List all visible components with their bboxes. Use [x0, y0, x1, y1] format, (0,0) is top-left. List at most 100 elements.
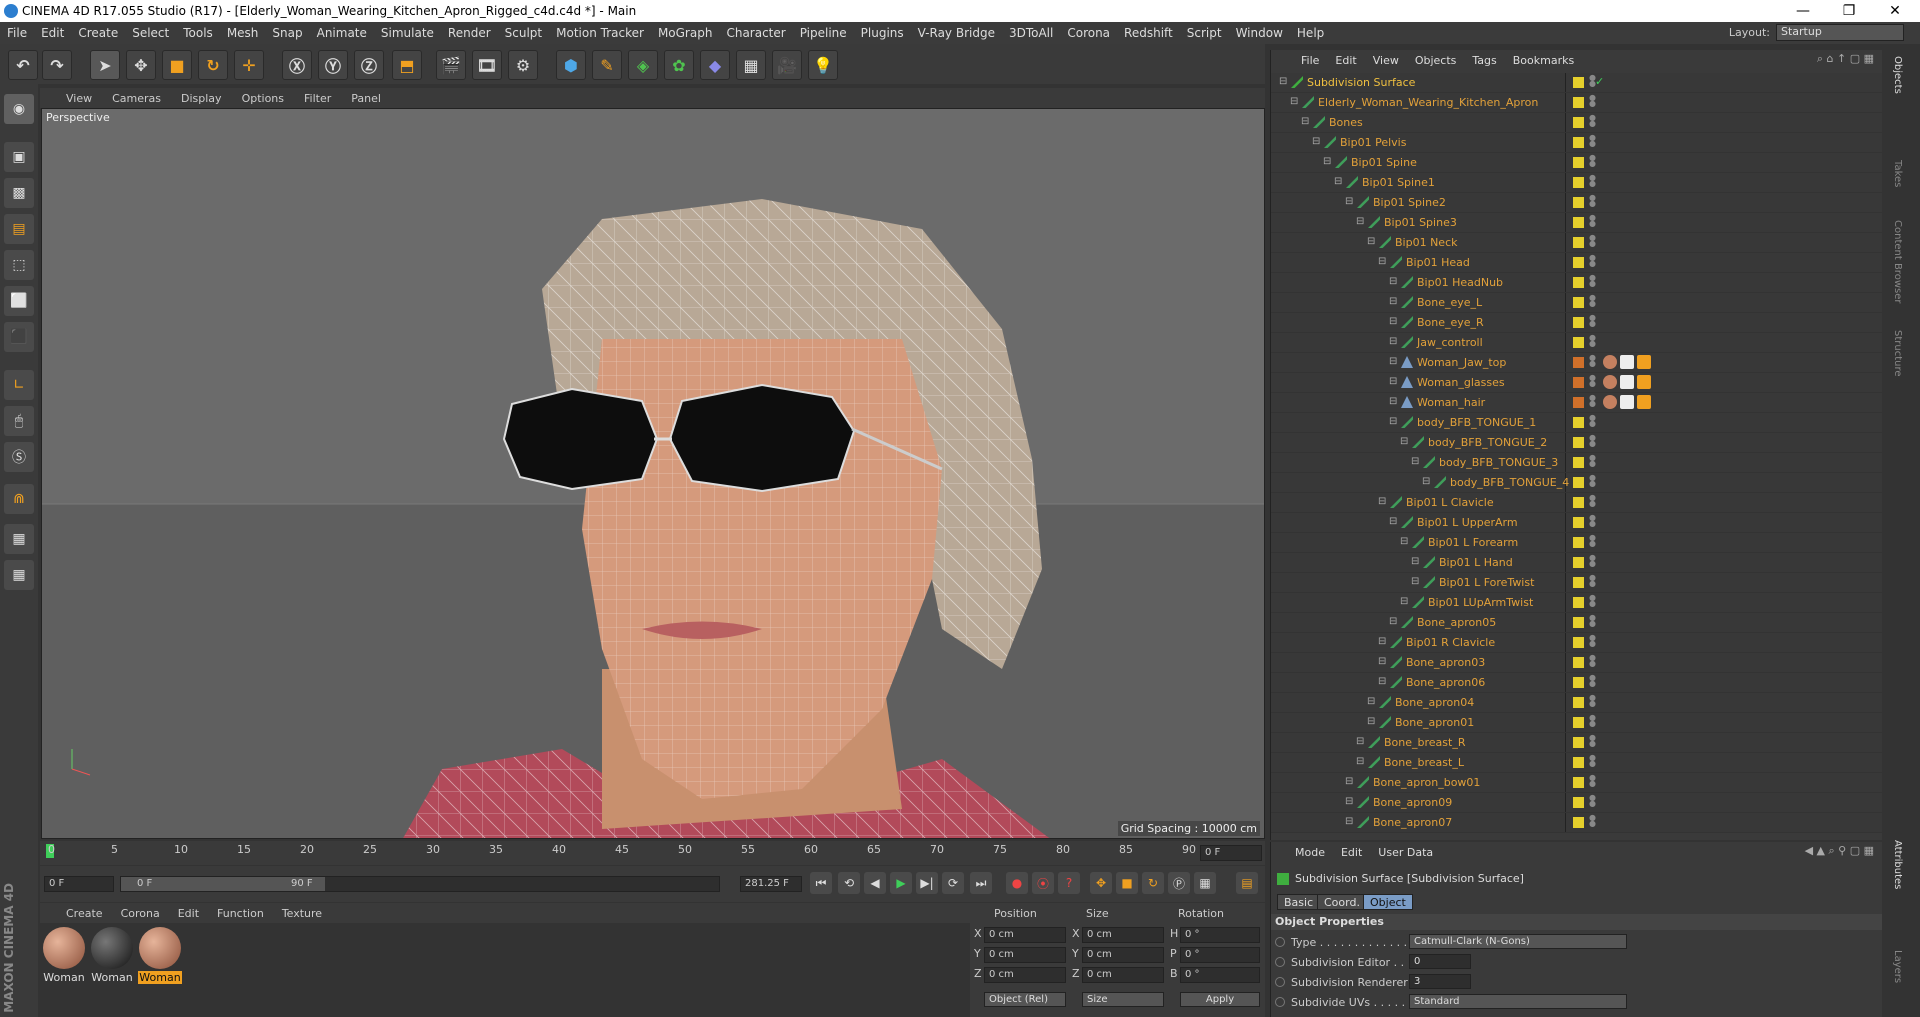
y-axis-lock-icon[interactable]: Ⓨ — [318, 50, 348, 80]
attribute-nav-icons[interactable]: ◀ ▲ ⌕ ⚲ ▢ ▦ — [1805, 844, 1874, 858]
right-tab-attributes[interactable]: Attributes — [1892, 840, 1903, 889]
expand-toggle-icon[interactable]: ⊟ — [1389, 336, 1401, 348]
layer-color-swatch[interactable] — [1573, 737, 1584, 748]
size-field[interactable]: 0 cm — [1082, 967, 1164, 983]
material-tag-icon[interactable] — [1603, 355, 1617, 369]
layer-color-swatch[interactable] — [1573, 517, 1584, 528]
material-slot[interactable]: Woman — [42, 927, 86, 984]
layer-color-swatch[interactable] — [1573, 477, 1584, 488]
key-position-icon[interactable]: ✥ — [1090, 872, 1112, 894]
object-row[interactable]: ⊟ Bone_apron_bow01 ● ● — [1271, 773, 1883, 793]
layer-color-swatch[interactable] — [1573, 257, 1584, 268]
visibility-dots-icon[interactable]: ● ● — [1589, 254, 1596, 269]
object-row[interactable]: ⊟ Bone_breast_L ● ● — [1271, 753, 1883, 773]
visibility-dots-icon[interactable]: ● ● — [1589, 334, 1596, 349]
layer-color-swatch[interactable] — [1573, 377, 1584, 388]
coord-mode-dropdown[interactable]: Object (Rel) — [984, 992, 1066, 1007]
render-picture-viewer-icon[interactable]: 🎞 — [472, 50, 502, 80]
right-tab-structure[interactable]: Structure — [1892, 330, 1903, 377]
key-parameter-icon[interactable]: Ⓟ — [1168, 872, 1190, 894]
uvw-tag-icon[interactable] — [1620, 395, 1634, 409]
weight-tag-icon[interactable] — [1637, 395, 1651, 409]
object-row[interactable]: ⊟ Bip01 L UpperArm ● ● — [1271, 513, 1883, 533]
object-row[interactable]: ⊟ Woman_hair ● ● — [1271, 393, 1883, 413]
object-row[interactable]: ⊟ Bone_apron09 ● ● — [1271, 793, 1883, 813]
key-rotation-icon[interactable]: ↻ — [1142, 872, 1164, 894]
menu-window[interactable]: Window — [1229, 26, 1290, 40]
frame-range-slider[interactable]: 0 F 90 F — [120, 876, 720, 892]
object-row[interactable]: ⊟ Bone_apron05 ● ● — [1271, 613, 1883, 633]
object-row[interactable]: ⊟ Bones ● ● — [1271, 113, 1883, 133]
object-row[interactable]: ⊟ Bip01 Spine1 ● ● — [1271, 173, 1883, 193]
enabled-check-icon[interactable]: ✓ — [1595, 75, 1604, 88]
layer-color-swatch[interactable] — [1573, 397, 1584, 408]
layer-color-swatch[interactable] — [1573, 177, 1584, 188]
expand-toggle-icon[interactable]: ⊟ — [1400, 536, 1412, 548]
object-row[interactable]: ⊟ body_BFB_TONGUE_2 ● ● — [1271, 433, 1883, 453]
position-field[interactable]: 0 cm — [984, 967, 1066, 983]
object-row[interactable]: ⊟ body_BFB_TONGUE_1 ● ● — [1271, 413, 1883, 433]
expand-toggle-icon[interactable]: ⊟ — [1367, 236, 1379, 248]
uvw-tag-icon[interactable] — [1620, 375, 1634, 389]
move-tool-icon[interactable]: ✥ — [126, 50, 156, 80]
visibility-dots-icon[interactable]: ● ● — [1589, 74, 1596, 89]
tab-coord[interactable]: Coord. — [1317, 894, 1367, 910]
object-row[interactable]: ⊟ Bip01 L Hand ● ● — [1271, 553, 1883, 573]
expand-toggle-icon[interactable]: ⊟ — [1301, 116, 1313, 128]
menu-mesh[interactable]: Mesh — [220, 26, 266, 40]
object-row[interactable]: ⊟ Bone_apron04 ● ● — [1271, 693, 1883, 713]
layer-color-swatch[interactable] — [1573, 577, 1584, 588]
axis-mode-icon[interactable]: ∟ — [4, 370, 34, 400]
start-frame-field[interactable]: 0 F — [44, 876, 114, 892]
visibility-dots-icon[interactable]: ● ● — [1589, 734, 1596, 749]
visibility-dots-icon[interactable]: ● ● — [1589, 154, 1596, 169]
object-row[interactable]: ⊟ Bip01 HeadNub ● ● — [1271, 273, 1883, 293]
expand-toggle-icon[interactable]: ⊟ — [1389, 616, 1401, 628]
light-icon[interactable]: 💡 — [808, 50, 838, 80]
deformer-icon[interactable]: ◆ — [700, 50, 730, 80]
viewport-menu-panel[interactable]: Panel — [351, 92, 381, 105]
layer-color-swatch[interactable] — [1573, 357, 1584, 368]
render-view-icon[interactable]: 🎬 — [436, 50, 466, 80]
visibility-dots-icon[interactable]: ● ● — [1589, 294, 1596, 309]
object-row[interactable]: ⊟ Bip01 Neck ● ● — [1271, 233, 1883, 253]
material-menu-create[interactable]: Create — [66, 907, 103, 920]
visibility-dots-icon[interactable]: ● ● — [1589, 394, 1596, 409]
menu-sculpt[interactable]: Sculpt — [498, 26, 549, 40]
goto-end-icon[interactable]: ⏭ — [970, 872, 992, 894]
object-row[interactable]: ⊟ Bone_breast_R ● ● — [1271, 733, 1883, 753]
layer-color-swatch[interactable] — [1573, 217, 1584, 228]
type-dropdown[interactable]: Catmull-Clark (N-Gons) — [1409, 934, 1627, 949]
world-coordinate-icon[interactable]: ⬒ — [392, 50, 422, 80]
subdivide-uvs-dropdown[interactable]: Standard — [1409, 994, 1627, 1009]
undo-icon[interactable]: ↶ — [8, 50, 38, 80]
position-field[interactable]: 0 cm — [984, 947, 1066, 963]
maximize-button[interactable]: ❐ — [1826, 0, 1872, 22]
apply-button[interactable]: Apply — [1180, 992, 1260, 1007]
object-row[interactable]: ⊟ Woman_Jaw_top ● ● — [1271, 353, 1883, 373]
menu-edit[interactable]: Edit — [34, 26, 71, 40]
pen-spline-icon[interactable]: ✎ — [592, 50, 622, 80]
material-menu-edit[interactable]: Edit — [178, 907, 199, 920]
fps-field[interactable]: 281.25 F — [740, 876, 802, 892]
visibility-dots-icon[interactable]: ● ● — [1589, 454, 1596, 469]
visibility-dots-icon[interactable]: ● ● — [1589, 754, 1596, 769]
material-menu-corona[interactable]: Corona — [121, 907, 160, 920]
expand-toggle-icon[interactable]: ⊟ — [1389, 296, 1401, 308]
material-menu-function[interactable]: Function — [217, 907, 264, 920]
menu-corona[interactable]: Corona — [1060, 26, 1117, 40]
material-slot-selected[interactable]: Woman — [138, 927, 182, 984]
layer-color-swatch[interactable] — [1573, 277, 1584, 288]
model-mode-icon[interactable]: ▣ — [4, 142, 34, 172]
minimize-button[interactable]: — — [1780, 0, 1826, 22]
visibility-dots-icon[interactable]: ● ● — [1589, 474, 1596, 489]
menu-redshift[interactable]: Redshift — [1117, 26, 1180, 40]
subdivision-surface-icon[interactable]: ◈ — [628, 50, 658, 80]
right-tab-objects[interactable]: Objects — [1892, 56, 1903, 94]
visibility-dots-icon[interactable]: ● ● — [1589, 434, 1596, 449]
weight-tag-icon[interactable] — [1637, 375, 1651, 389]
object-row[interactable]: ⊟ Bip01 Spine2 ● ● — [1271, 193, 1883, 213]
subdivision-editor-field[interactable]: 0 — [1409, 954, 1471, 969]
object-tags[interactable] — [1603, 355, 1651, 369]
position-field[interactable]: 0 cm — [984, 927, 1066, 943]
